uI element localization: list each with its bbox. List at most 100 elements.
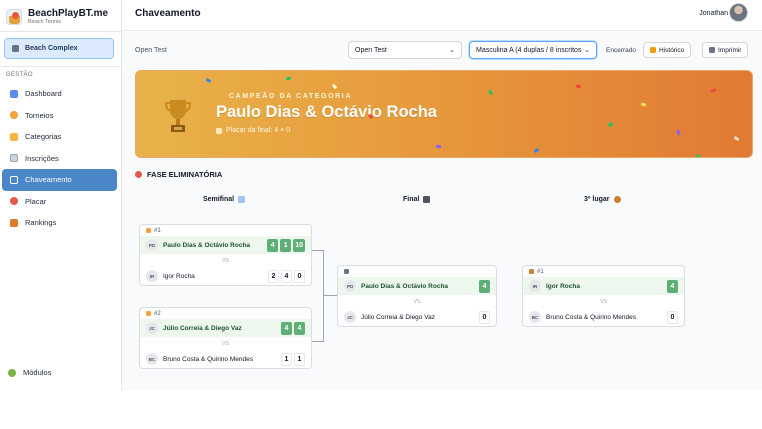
set-scores: 0: [479, 310, 490, 324]
sidebar-item-categorias[interactable]: Categorias: [2, 126, 117, 148]
round-title-text: Semifinal: [203, 196, 235, 203]
confetti-decoration: [285, 76, 292, 81]
bracket-icon: [10, 175, 18, 184]
set-score: 4: [281, 269, 292, 283]
set-score: 4: [267, 238, 279, 252]
clipboard-icon: [10, 154, 18, 163]
team-avatar: JC: [146, 322, 158, 334]
round-title-text: Final: [403, 196, 420, 203]
sidebar-item-label: Dashboard: [25, 89, 62, 99]
medal-icon: [146, 228, 151, 233]
bar-chart-icon: [10, 89, 18, 98]
complex-selector-button[interactable]: Beach Complex: [4, 38, 114, 59]
set-score: 0: [294, 269, 305, 283]
app-subtitle: Beach Tennis: [28, 19, 61, 25]
section-title: FASE ELIMINATÓRIA: [135, 170, 222, 179]
team-row[interactable]: IR Igor Rocha 4: [523, 277, 684, 295]
confetti-decoration: [676, 129, 681, 136]
category-select[interactable]: Masculina A (4 duplas / 8 inscritos ⌄: [469, 41, 597, 59]
sidebar-divider: [0, 31, 121, 32]
match-header: #2: [140, 308, 311, 319]
complex-label: Beach Complex: [25, 45, 78, 52]
team-name: Bruno Costa & Quirino Mendes: [163, 355, 253, 363]
sidebar-item-inscricoes[interactable]: Inscrições: [2, 148, 117, 170]
sidebar-nav: Dashboard Torneios Categorias Inscrições…: [2, 83, 117, 234]
team-row[interactable]: PD Paulo Dias & Octávio Rocha 4 1 10: [140, 236, 311, 254]
set-scores: 4 1 10: [267, 238, 305, 252]
match-card-third-place[interactable]: #1 IR Igor Rocha 4 VS BC Bruno Costa & Q…: [522, 265, 685, 327]
round-title-third-place: 3º lugar: [584, 196, 621, 203]
match-card-semifinal-1[interactable]: #1 PD Paulo Dias & Octávio Rocha 4 1 10 …: [139, 224, 312, 286]
history-button[interactable]: Histórico: [643, 42, 692, 58]
set-scores: 4 4: [281, 321, 305, 335]
team-row[interactable]: JC Júlio Correia & Diego Vaz 0: [338, 308, 496, 326]
chevron-down-icon: ⌄: [584, 47, 590, 54]
confetti-decoration: [695, 153, 702, 157]
confetti-decoration: [435, 144, 442, 149]
team-row[interactable]: BC Bruno Costa & Quirino Mendes 0: [523, 308, 684, 326]
sidebar-item-torneios[interactable]: Torneios: [2, 105, 117, 127]
sidebar-item-chaveamento[interactable]: Chaveamento: [2, 169, 117, 191]
confetti-decoration: [331, 83, 338, 90]
confetti-decoration: [205, 77, 212, 84]
scroll-icon: [650, 47, 656, 53]
match-header: #1: [523, 266, 684, 277]
avatar[interactable]: [729, 3, 748, 22]
match-header: [338, 266, 496, 277]
checkered-flag-icon: [423, 196, 431, 203]
set-score: 0: [667, 310, 678, 324]
set-scores: 4: [667, 279, 678, 293]
team-avatar: BC: [146, 353, 158, 365]
vs-label: VS: [600, 298, 607, 305]
vs-label: VS: [413, 298, 421, 305]
sidebar-item-placar[interactable]: Placar: [2, 191, 117, 213]
team-row[interactable]: BC Bruno Costa & Quirino Mendes 1 1: [140, 350, 311, 368]
final-score-text: Placar da final: 4 × 0: [226, 127, 291, 134]
user-name[interactable]: Jonathan: [699, 10, 728, 17]
team-name: Paulo Dias & Octávio Rocha: [163, 241, 251, 249]
puzzle-icon: [8, 368, 16, 377]
vs-label: VS: [222, 257, 229, 264]
team-row[interactable]: JC Júlio Correia & Diego Vaz 4 4: [140, 319, 311, 337]
confetti-decoration: [640, 102, 647, 107]
pin-icon: [135, 171, 142, 178]
bronze-medal-icon: [529, 269, 534, 274]
sidebar-item-label: Placar: [25, 196, 47, 206]
round-title-semifinal: Semifinal: [203, 196, 246, 203]
printer-icon: [709, 47, 715, 53]
confetti-decoration: [733, 135, 740, 142]
medal-icon: [146, 311, 151, 316]
set-scores: 1 1: [281, 352, 305, 366]
history-button-label: Histórico: [659, 46, 685, 54]
set-scores: 2 4 0: [268, 269, 305, 283]
print-button[interactable]: Imprimir: [702, 42, 749, 58]
category-select-value: Masculina A (4 duplas / 8 inscritos: [476, 46, 582, 54]
set-score: 1: [294, 352, 305, 366]
sidebar-item-dashboard[interactable]: Dashboard: [2, 83, 117, 105]
building-icon: [12, 45, 19, 52]
sidebar-item-modulos[interactable]: Módulos: [8, 368, 51, 377]
trophy-icon: [165, 100, 191, 132]
set-score: 1: [281, 352, 292, 366]
print-button-label: Imprimir: [718, 46, 742, 54]
team-row[interactable]: IR Igor Rocha 2 4 0: [140, 267, 311, 285]
team-name: Igor Rocha: [546, 282, 580, 290]
brand[interactable]: BeachPlayBT.me Beach Tennis: [6, 8, 108, 26]
team-name: Júlio Correia & Diego Vaz: [163, 324, 242, 332]
round-title-final: Final: [403, 196, 431, 203]
champion-names: Paulo Dias & Octávio Rocha: [216, 103, 437, 121]
team-row[interactable]: PD Paulo Dias & Octávio Rocha 4: [338, 277, 496, 295]
folder-icon: [10, 132, 18, 141]
sidebar-item-rankings[interactable]: Rankings: [2, 212, 117, 234]
match-label: #1: [154, 227, 161, 234]
set-score: 4: [294, 321, 305, 335]
confetti-decoration: [533, 147, 540, 154]
target-icon: [10, 197, 18, 206]
sidebar-divider: [0, 66, 121, 67]
sidebar-item-label: Módulos: [23, 368, 52, 377]
main-content: Open Test Open Test ⌄ Masculina A (4 dup…: [122, 32, 762, 390]
match-card-final[interactable]: PD Paulo Dias & Octávio Rocha 4 VS JC Jú…: [337, 265, 497, 327]
tournament-label: Open Test: [135, 47, 167, 54]
match-card-semifinal-2[interactable]: #2 JC Júlio Correia & Diego Vaz 4 4 VS B…: [139, 307, 312, 369]
tournament-select[interactable]: Open Test ⌄: [348, 41, 462, 59]
